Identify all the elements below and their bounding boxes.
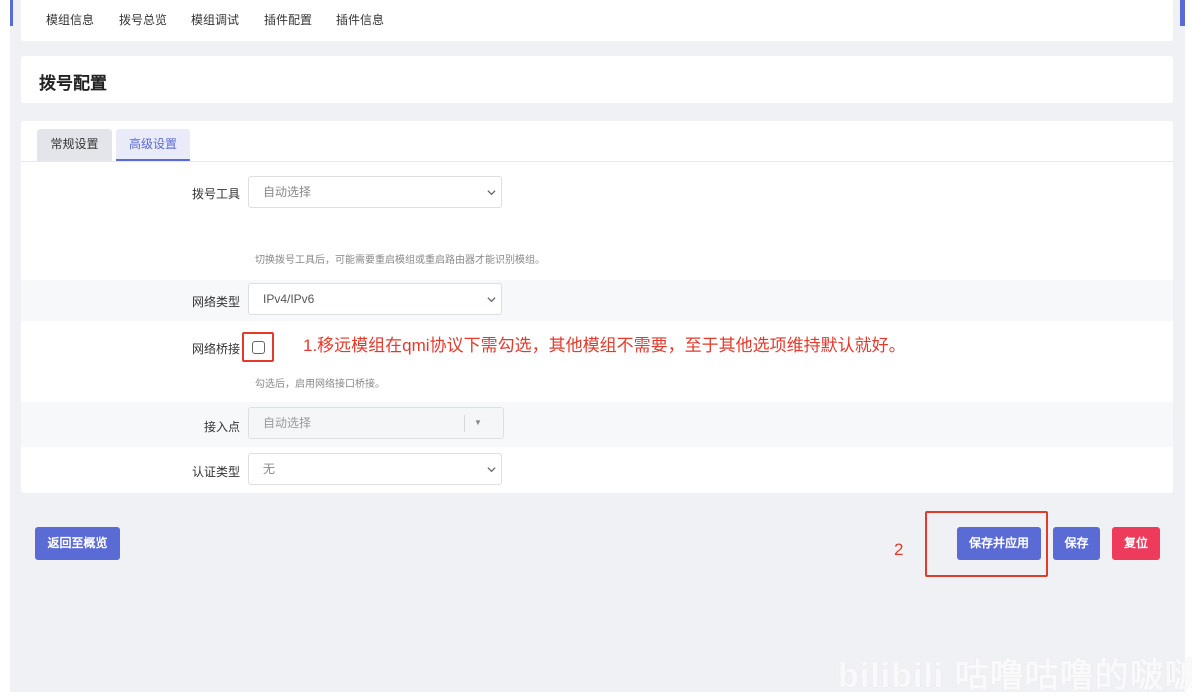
network-type-value: IPv4/IPv6 — [263, 292, 315, 306]
dial-tool-select[interactable]: 自动选择 — [248, 176, 502, 208]
apn-label: 接入点 — [203, 420, 240, 434]
nav-plugin-config[interactable]: 插件配置 — [264, 11, 312, 28]
save-button[interactable]: 保存 — [1053, 527, 1100, 560]
chevron-down-icon — [487, 190, 496, 196]
watermark-logo: bilibili 咕噜咕噜的啵啵 — [838, 657, 1192, 695]
chevron-down-icon — [487, 297, 496, 303]
apn-value: 自动选择 — [263, 416, 312, 430]
tab-general-settings[interactable]: 常规设置 — [37, 129, 112, 161]
save-and-apply-button[interactable]: 保存并应用 — [957, 527, 1041, 560]
annotation-note-2: 2 — [894, 540, 904, 559]
apn-combobox[interactable]: 自动选择 ▼ — [248, 407, 504, 439]
network-bridge-label: 网络桥接 — [191, 342, 240, 356]
triangle-down-icon[interactable]: ▼ — [474, 408, 482, 438]
auth-type-label: 认证类型 — [191, 465, 240, 479]
dial-tool-label: 拨号工具 — [191, 187, 240, 201]
row-auth-type: 认证类型 无 — [21, 447, 1173, 493]
chevron-down-icon — [487, 467, 496, 473]
dial-tool-value: 自动选择 — [263, 185, 312, 199]
network-type-select[interactable]: IPv4/IPv6 — [248, 283, 502, 315]
dial-tool-hint: 切换拨号工具后，可能需要重启模组或重启路由器才能识别模组。 — [255, 255, 545, 266]
nav-module-debug[interactable]: 模组调试 — [191, 11, 239, 28]
nav-dial-overview[interactable]: 拨号总览 — [119, 11, 167, 28]
back-to-overview-button[interactable]: 返回至概览 — [35, 527, 120, 560]
accent-bar-right — [1180, 0, 1185, 26]
nav-module-info[interactable]: 模组信息 — [46, 11, 94, 28]
annotation-highlight-checkbox — [242, 332, 274, 362]
accent-bar-left — [10, 0, 13, 26]
settings-card: 常规设置 高级设置 拨号工具 自动选择 切换拨号工具后，可能需要重启模组或重启路… — [21, 121, 1173, 493]
page-title: 拨号配置 — [39, 74, 107, 93]
tab-advanced-settings[interactable]: 高级设置 — [116, 129, 190, 161]
row-network-type: 网络类型 IPv4/IPv6 — [21, 280, 1173, 321]
auth-type-value: 无 — [263, 462, 276, 476]
annotation-note-1: 1.移远模组在qmi协议下需勾选，其他模组不需要，至于其他选项维持默认就好。 — [303, 336, 906, 355]
row-dial-tool: 拨号工具 自动选择 切换拨号工具后，可能需要重启模组或重启路由器才能识别模组。 — [21, 162, 1173, 280]
nav-plugin-info[interactable]: 插件信息 — [336, 11, 384, 28]
reset-button[interactable]: 复位 — [1112, 527, 1160, 560]
auth-type-select[interactable]: 无 — [248, 453, 502, 485]
row-apn: 接入点 自动选择 ▼ — [21, 402, 1173, 447]
network-bridge-hint: 勾选后，启用网络接口桥接。 — [255, 379, 385, 390]
network-type-label: 网络类型 — [191, 295, 240, 309]
top-navigation: 模组信息 拨号总览 模组调试 插件配置 插件信息 — [21, 0, 1173, 41]
combo-separator — [464, 415, 465, 432]
title-card: 拨号配置 — [21, 56, 1173, 103]
